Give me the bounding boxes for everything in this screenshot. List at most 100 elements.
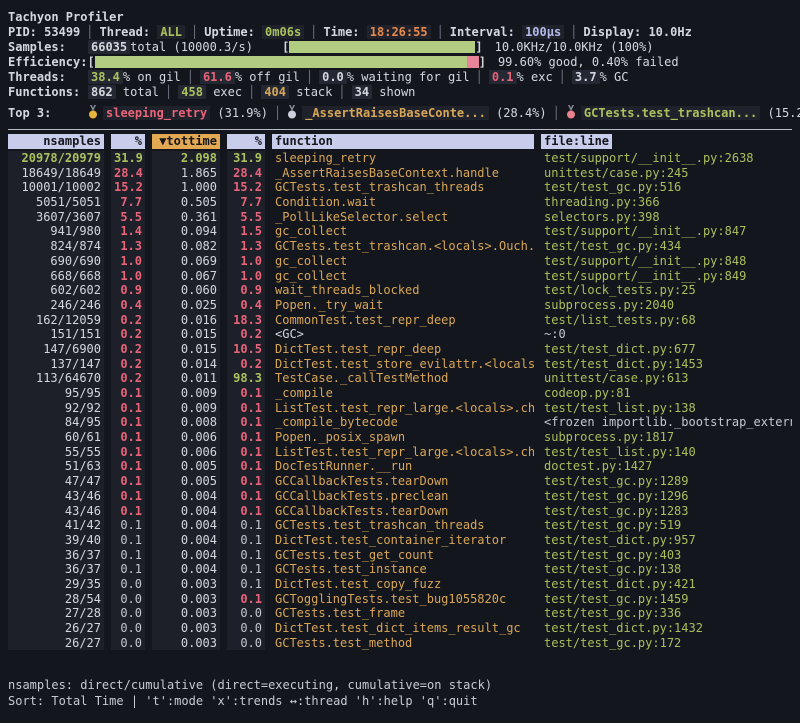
table-cell: 0.0: [111, 592, 145, 607]
column-header-cumulative-pct[interactable]: %: [227, 134, 265, 149]
table-cell: 0.003: [152, 577, 220, 592]
table-cell: 0.004: [152, 533, 220, 548]
table-cell: 151/151: [8, 327, 104, 342]
divider: │: [553, 70, 572, 84]
top3-item-2-name[interactable]: _AssertRaisesBaseConte...: [302, 106, 489, 120]
table-cell: test/test_gc.py:138: [541, 562, 792, 577]
table-cell: 0.1: [227, 562, 265, 577]
table-cell: GCCallbackTests.tearDown: [272, 504, 534, 519]
column-header-nsamples[interactable]: nsamples: [8, 134, 104, 149]
table-cell: subprocess.py:1817: [541, 430, 792, 445]
table-cell: test/support/__init__.py:847: [541, 224, 792, 239]
samples-bar-fill: [289, 41, 475, 53]
top3-item-2-pct: (28.4%): [496, 106, 547, 120]
table-cell: test/test_dict.py:677: [541, 342, 792, 357]
table-cell: 1.0: [227, 254, 265, 269]
samples-rate-inline: total (10000.3/s): [130, 40, 282, 55]
table-cell: 5051/5051: [8, 195, 104, 210]
table-cell: 36/37: [8, 548, 104, 563]
table-cell: GCTests.test_frame: [272, 606, 534, 621]
table-cell: 0.2: [111, 357, 145, 372]
table-cell: 92/92: [8, 401, 104, 416]
divider: │: [268, 106, 287, 120]
table-cell: 0.1: [227, 504, 265, 519]
table-cell: test/test_gc.py:336: [541, 606, 792, 621]
samples-bar: [289, 41, 475, 53]
table-cell: DictTest.test_copy_fuzz: [272, 577, 534, 592]
table-cell: 1.0: [111, 254, 145, 269]
table-cell: 0.014: [152, 357, 220, 372]
table-cell: test/test_gc.py:1459: [541, 592, 792, 607]
table-cell: 0.2: [227, 327, 265, 342]
table-cell: ~:0: [541, 327, 792, 342]
table-cell: 0.015: [152, 327, 220, 342]
divider: │: [431, 25, 450, 39]
table-cell: test/test_gc.py:519: [541, 518, 792, 533]
table-cell: 0.0: [227, 636, 265, 651]
divider: │: [300, 70, 319, 84]
table-cell: gc_collect: [272, 269, 534, 284]
functions-shown-value: 34: [352, 85, 372, 99]
top3-item-1-name[interactable]: sleeping_retry: [103, 106, 210, 120]
table-cell: test/lock_tests.py:25: [541, 283, 792, 298]
efficiency-label: Efficiency:: [8, 55, 87, 69]
table-cell: 0.009: [152, 386, 220, 401]
separator-rule: [8, 129, 792, 130]
table-cell: 0.1: [111, 415, 145, 430]
gold-medal-icon: [88, 105, 98, 124]
table-cell: 3607/3607: [8, 210, 104, 225]
table-cell: 0.1: [111, 386, 145, 401]
thread-value[interactable]: ALL: [157, 25, 185, 39]
threads-line: Threads:38.4% on gil│61.6% off gil│0.0% …: [8, 70, 792, 85]
table-cell: 824/874: [8, 239, 104, 254]
table-cell: _PollLikeSelector.select: [272, 210, 534, 225]
threads-waiting-suffix: % waiting for gil: [347, 70, 470, 84]
column-header-direct-pct[interactable]: %: [111, 134, 145, 149]
table-cell: test/test_list.py:140: [541, 445, 792, 460]
table-cell: 15.2: [111, 180, 145, 195]
table-cell: 0.361: [152, 210, 220, 225]
bronze-medal-icon: [566, 105, 576, 124]
table-cell: 162/12059: [8, 313, 104, 328]
column-header-file-line[interactable]: file:line: [541, 134, 792, 149]
functions-stack-value: 404: [261, 85, 289, 99]
threads-exc-value: 0.1: [489, 70, 517, 84]
top3-item-1-pct: (31.9%): [217, 106, 268, 120]
top3-label: Top 3:: [8, 104, 88, 122]
table-cell: sleeping_retry: [272, 151, 534, 166]
table-cell: 1.000: [152, 180, 220, 195]
table-cell: 41/42: [8, 518, 104, 533]
table-cell: unittest/case.py:245: [541, 166, 792, 181]
table-cell: Condition.wait: [272, 195, 534, 210]
table-cell: 1.0: [227, 269, 265, 284]
table-cell: 0.1: [227, 415, 265, 430]
table-cell: 0.1: [227, 474, 265, 489]
interval-value[interactable]: 100μs: [522, 25, 564, 39]
divider: │: [185, 25, 204, 39]
table-cell: 0.0: [111, 636, 145, 651]
table-cell: test/support/__init__.py:849: [541, 269, 792, 284]
table-cell: 98.3: [227, 371, 265, 386]
table-cell: codeop.py:81: [541, 386, 792, 401]
table-cell: 0.004: [152, 562, 220, 577]
table-cell: Popen._posix_spawn: [272, 430, 534, 445]
table-cell: 602/602: [8, 283, 104, 298]
table-cell: 0.9: [227, 283, 265, 298]
uptime-value: 0m06s: [262, 25, 304, 39]
top3-item-3-name[interactable]: GCTests.test_trashcan...: [581, 106, 760, 120]
table-cell: 18649/18649: [8, 166, 104, 181]
interval-label: Interval:: [450, 25, 515, 39]
table-cell: DictTest.test_container_iterator: [272, 533, 534, 548]
table-cell: selectors.py:398: [541, 210, 792, 225]
column-header-function[interactable]: function: [272, 134, 534, 149]
efficiency-bar-fail: [467, 56, 479, 68]
table-cell: doctest.py:1427: [541, 459, 792, 474]
table-cell: 55/55: [8, 445, 104, 460]
table-cell: 0.1: [227, 533, 265, 548]
table-cell: 0.069: [152, 254, 220, 269]
table-cell: 0.1: [111, 401, 145, 416]
column-header-tottime-sorted[interactable]: ▼tottime: [152, 134, 220, 149]
table-cell: 0.004: [152, 489, 220, 504]
pid-label: PID:: [8, 25, 37, 39]
table-cell: 0.008: [152, 415, 220, 430]
